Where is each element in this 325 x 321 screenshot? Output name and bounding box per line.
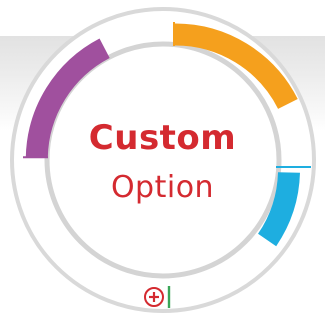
option-dial-screen: Custom Option [0, 0, 325, 321]
plus-circle-icon [144, 286, 171, 308]
dial-title: Custom [88, 118, 237, 158]
add-option-button[interactable] [140, 285, 190, 311]
dial-inner-ring [44, 41, 282, 279]
dial-subtitle: Option [110, 170, 215, 205]
option-dial [10, 7, 316, 313]
